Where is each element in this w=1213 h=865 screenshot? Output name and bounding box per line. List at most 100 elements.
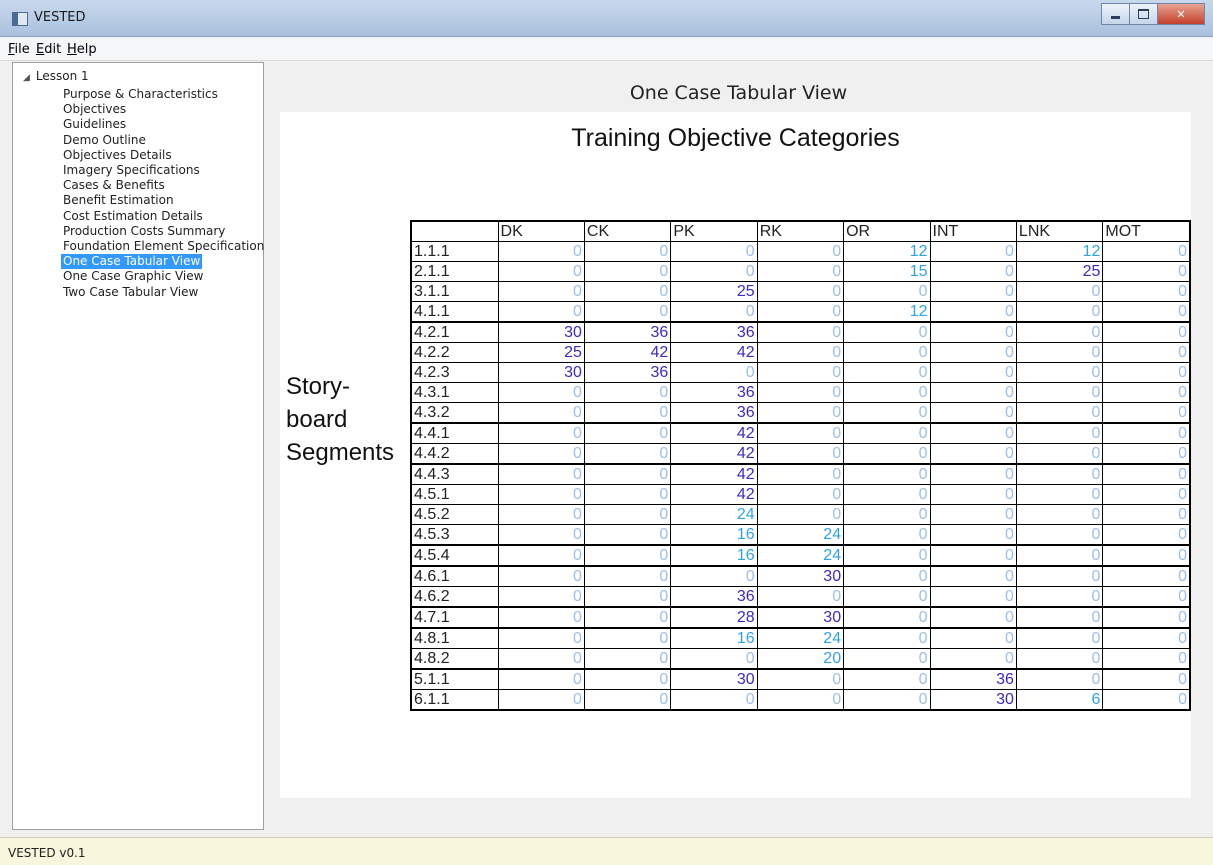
table-cell[interactable]: 0: [843, 524, 931, 546]
table-cell[interactable]: 0: [1015, 443, 1104, 465]
table-cell[interactable]: 30: [497, 362, 585, 383]
table-cell[interactable]: 0: [929, 565, 1017, 587]
table-cell[interactable]: 0: [929, 241, 1017, 262]
table-cell[interactable]: 42: [670, 443, 758, 465]
tree-item[interactable]: Purpose & Characteristics: [61, 87, 220, 102]
table-cell[interactable]: 0: [1102, 301, 1192, 323]
table-cell[interactable]: 0: [670, 241, 758, 262]
navigation-tree[interactable]: ◢ Lesson 1 Purpose & Characteristics Objec…: [12, 62, 264, 830]
table-cell[interactable]: 0: [843, 668, 931, 690]
table-cell[interactable]: 0: [929, 544, 1017, 567]
table-cell[interactable]: 0: [497, 668, 585, 690]
table-cell[interactable]: 0: [1015, 586, 1104, 608]
table-cell[interactable]: 0: [497, 504, 585, 525]
table-cell[interactable]: 0: [583, 504, 672, 525]
table-cell[interactable]: 0: [583, 524, 672, 546]
table-cell[interactable]: 0: [1102, 463, 1192, 485]
menu-help[interactable]: Help: [67, 42, 97, 57]
tree-item[interactable]: One Case Graphic View: [61, 269, 205, 284]
table-cell[interactable]: 0: [497, 443, 585, 465]
table-cell[interactable]: 0: [497, 261, 585, 282]
table-cell[interactable]: 0: [670, 261, 758, 282]
table-cell[interactable]: 0: [843, 484, 931, 505]
table-cell[interactable]: 0: [583, 565, 672, 587]
table-cell[interactable]: 0: [497, 586, 585, 608]
table-cell[interactable]: 0: [1015, 504, 1104, 525]
table-cell[interactable]: 0: [1015, 627, 1104, 649]
table-cell[interactable]: 0: [929, 321, 1017, 343]
table-cell[interactable]: 0: [929, 463, 1017, 485]
table-cell[interactable]: 0: [1015, 565, 1104, 587]
table-cell[interactable]: 0: [929, 586, 1017, 608]
table-cell[interactable]: 16: [670, 524, 758, 546]
table-cell[interactable]: 0: [1015, 524, 1104, 546]
table-cell[interactable]: 30: [756, 606, 845, 629]
table-cell[interactable]: 25: [1015, 261, 1104, 282]
table-cell[interactable]: 0: [843, 463, 931, 485]
table-cell[interactable]: 0: [929, 342, 1017, 363]
table-cell[interactable]: 0: [1015, 606, 1104, 629]
table-cell[interactable]: 0: [1102, 342, 1192, 363]
table-cell[interactable]: 0: [1015, 402, 1104, 424]
tree-item[interactable]: Two Case Tabular View: [61, 285, 200, 300]
table-cell[interactable]: 0: [497, 382, 585, 403]
table-cell[interactable]: 0: [497, 422, 585, 444]
table-cell[interactable]: 0: [497, 689, 585, 711]
table-cell[interactable]: 0: [670, 648, 758, 670]
table-cell[interactable]: 0: [756, 586, 845, 608]
table-cell[interactable]: 0: [1015, 281, 1104, 302]
tree-item[interactable]: Cost Estimation Details: [61, 209, 205, 224]
table-cell[interactable]: 24: [756, 524, 845, 546]
table-cell[interactable]: 0: [929, 382, 1017, 403]
table-cell[interactable]: 36: [670, 586, 758, 608]
table-cell[interactable]: 0: [843, 402, 931, 424]
table-cell[interactable]: 0: [1102, 504, 1192, 525]
table-cell[interactable]: 15: [843, 261, 931, 282]
table-cell[interactable]: 24: [756, 627, 845, 649]
table-cell[interactable]: 0: [929, 627, 1017, 649]
table-cell[interactable]: 0: [497, 524, 585, 546]
menu-edit[interactable]: Edit: [36, 42, 61, 57]
table-cell[interactable]: 0: [929, 422, 1017, 444]
table-cell[interactable]: 0: [843, 544, 931, 567]
table-cell[interactable]: 0: [497, 463, 585, 485]
table-cell[interactable]: 42: [670, 422, 758, 444]
minimize-button[interactable]: [1101, 3, 1129, 25]
tree-item[interactable]: One Case Tabular View: [61, 254, 203, 270]
table-cell[interactable]: 0: [1015, 321, 1104, 343]
maximize-button[interactable]: [1129, 3, 1157, 25]
table-cell[interactable]: 0: [756, 484, 845, 505]
table-cell[interactable]: 0: [756, 241, 845, 262]
table-cell[interactable]: 36: [670, 321, 758, 343]
table-cell[interactable]: 0: [1102, 524, 1192, 546]
table-cell[interactable]: 0: [843, 443, 931, 465]
table-cell[interactable]: 0: [670, 689, 758, 711]
table-cell[interactable]: 0: [843, 565, 931, 587]
table-cell[interactable]: 12: [843, 241, 931, 262]
table-cell[interactable]: 0: [670, 362, 758, 383]
table-cell[interactable]: 0: [1102, 668, 1192, 690]
table-cell[interactable]: 0: [583, 544, 672, 567]
table-cell[interactable]: 0: [1015, 342, 1104, 363]
table-cell[interactable]: 42: [670, 342, 758, 363]
table-cell[interactable]: 0: [1102, 586, 1192, 608]
table-cell[interactable]: 0: [1102, 321, 1192, 343]
table-cell[interactable]: 0: [1102, 281, 1192, 302]
table-cell[interactable]: 0: [583, 422, 672, 444]
tree-item[interactable]: Imagery Specifications: [61, 163, 202, 178]
table-cell[interactable]: 0: [1015, 301, 1104, 323]
table-cell[interactable]: 0: [583, 301, 672, 323]
table-cell[interactable]: 0: [756, 362, 845, 383]
table-cell[interactable]: 0: [929, 402, 1017, 424]
table-cell[interactable]: 25: [670, 281, 758, 302]
table-cell[interactable]: 0: [1102, 648, 1192, 670]
table-cell[interactable]: 0: [1015, 382, 1104, 403]
table-cell[interactable]: 0: [583, 606, 672, 629]
table-cell[interactable]: 6: [1015, 689, 1104, 711]
table-cell[interactable]: 0: [929, 648, 1017, 670]
table-cell[interactable]: 0: [843, 586, 931, 608]
table-cell[interactable]: 0: [583, 689, 672, 711]
table-cell[interactable]: 0: [756, 321, 845, 343]
table-cell[interactable]: 0: [1102, 422, 1192, 444]
table-cell[interactable]: 36: [583, 321, 672, 343]
